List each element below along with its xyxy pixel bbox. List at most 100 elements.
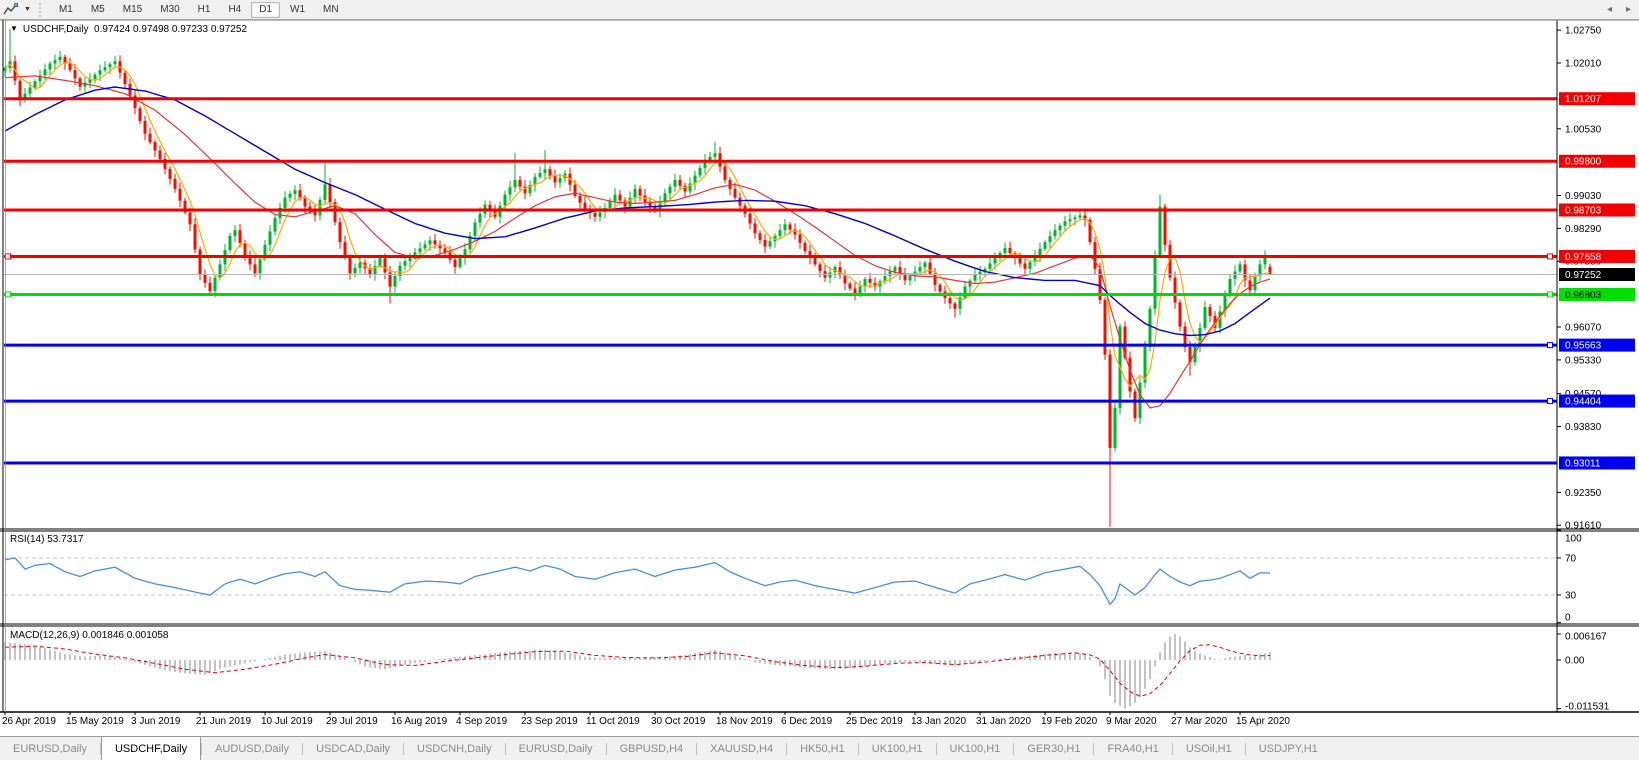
tab-ger30-h1[interactable]: GER30,H1 bbox=[1014, 737, 1093, 760]
candle-body bbox=[433, 240, 437, 245]
price-tick-label: 0.95330 bbox=[1565, 355, 1602, 366]
hline-handle-right-0.94404[interactable] bbox=[1547, 398, 1553, 405]
date-tick-label: 23 Sep 2019 bbox=[521, 716, 578, 727]
candle-body bbox=[768, 241, 772, 247]
candle-body bbox=[908, 275, 912, 281]
symbol-tab-bar: EURUSD,Daily USDCHF,Daily AUDUSD,Daily USDC… bbox=[0, 736, 1639, 760]
tab-eurusd-daily[interactable]: EURUSD,Daily bbox=[0, 737, 100, 760]
date-tick-label: 13 Jan 2020 bbox=[911, 716, 966, 727]
hline-handle-left-0.96803[interactable] bbox=[5, 291, 11, 298]
candle-body bbox=[508, 187, 512, 195]
candle-body bbox=[1043, 242, 1047, 249]
hline-handle-left-0.97658[interactable] bbox=[5, 253, 11, 260]
candle-body bbox=[1178, 302, 1182, 327]
date-tick-label: 21 Jun 2019 bbox=[196, 716, 251, 727]
tab-usoil-h1[interactable]: USOil,H1 bbox=[1173, 737, 1245, 760]
macd-tick-label: -0.011531 bbox=[1565, 702, 1610, 713]
tab-hk50-h1[interactable]: HK50,H1 bbox=[787, 737, 858, 760]
hline-handle-right-0.95663[interactable] bbox=[1547, 342, 1553, 349]
candle-body bbox=[668, 186, 672, 194]
candle-body bbox=[723, 166, 727, 180]
candle-body bbox=[1163, 206, 1167, 245]
candle-body bbox=[3, 67, 7, 72]
candle-body bbox=[798, 234, 802, 243]
candle-body bbox=[923, 262, 927, 268]
candle-body bbox=[758, 233, 762, 240]
candle-body bbox=[843, 275, 847, 284]
date-tick-label: 25 Dec 2019 bbox=[846, 716, 903, 727]
tab-audusd-daily[interactable]: AUDUSD,Daily bbox=[202, 737, 302, 760]
date-tick-label: 3 Jun 2019 bbox=[131, 716, 181, 727]
candle-body bbox=[778, 230, 782, 236]
candle-body bbox=[598, 212, 602, 217]
candle-body bbox=[888, 271, 892, 276]
tab-usdjpy-h1[interactable]: USDJPY,H1 bbox=[1246, 737, 1331, 760]
chart-title-collapse-icon[interactable]: ▼ bbox=[10, 24, 18, 33]
candle-body bbox=[993, 258, 997, 264]
rsi-indicator-label: RSI(14) 53.7317 bbox=[10, 534, 84, 545]
price-tick-label: 1.00530 bbox=[1565, 124, 1602, 135]
date-tick-label: 9 Mar 2020 bbox=[1106, 716, 1157, 727]
price-tick-label: 0.98290 bbox=[1565, 224, 1602, 235]
candle-body bbox=[518, 179, 522, 187]
price-tick-label: 0.99030 bbox=[1565, 191, 1602, 202]
candle-body bbox=[1028, 262, 1032, 269]
candle-body bbox=[1018, 258, 1022, 264]
tab-usdchf-daily[interactable]: USDCHF,Daily bbox=[100, 737, 202, 760]
candle-body bbox=[853, 288, 857, 294]
candle-body bbox=[613, 194, 617, 202]
candle-body bbox=[338, 222, 342, 243]
candle-body bbox=[1003, 247, 1007, 254]
date-tick-label: 10 Jul 2019 bbox=[261, 716, 313, 727]
candle-body bbox=[868, 279, 872, 283]
hline-price-label: 0.93011 bbox=[1565, 458, 1601, 469]
candle-body bbox=[513, 179, 517, 188]
candle-body bbox=[1073, 217, 1077, 220]
tab-uk100-h1[interactable]: UK100,H1 bbox=[859, 737, 936, 760]
candle-body bbox=[43, 69, 47, 76]
tab-fra40-h1[interactable]: FRA40,H1 bbox=[1094, 737, 1171, 760]
candle-body bbox=[1148, 308, 1152, 348]
candle-body bbox=[1008, 247, 1012, 254]
candle-body bbox=[1253, 275, 1257, 291]
candle-body bbox=[238, 230, 242, 243]
candle-body bbox=[258, 259, 262, 274]
candle-body bbox=[583, 202, 587, 210]
tab-xauusd-h4[interactable]: XAUUSD,H4 bbox=[697, 737, 786, 760]
hline-price-label: 1.01207 bbox=[1565, 94, 1602, 105]
hline-handle-right-0.96803[interactable] bbox=[1547, 291, 1553, 298]
hline-price-label: 0.99800 bbox=[1565, 157, 1602, 168]
candle-body bbox=[788, 224, 792, 230]
chart-window-bg bbox=[0, 20, 1639, 735]
candle-body bbox=[933, 273, 937, 285]
tab-gbpusd-h4[interactable]: GBPUSD,H4 bbox=[607, 737, 697, 760]
candle-body bbox=[1208, 307, 1212, 316]
candle-body bbox=[558, 178, 562, 183]
candle-body bbox=[973, 274, 977, 281]
date-tick-label: 16 Aug 2019 bbox=[391, 716, 448, 727]
date-tick-label: 15 May 2019 bbox=[66, 716, 124, 727]
candle-body bbox=[273, 218, 277, 232]
tab-uk100-h1[interactable]: UK100,H1 bbox=[937, 737, 1014, 760]
candle-body bbox=[393, 276, 397, 287]
chart-title-ohlc: 0.97424 0.97498 0.97233 0.97252 bbox=[94, 24, 247, 35]
candle-body bbox=[1038, 248, 1042, 256]
candle-body bbox=[453, 259, 457, 268]
hline-price-label: 0.96803 bbox=[1565, 290, 1602, 301]
price-tick-label: 0.92350 bbox=[1565, 488, 1602, 499]
macd-indicator-label: MACD(12,26,9) 0.001846 0.001058 bbox=[10, 630, 169, 641]
candle-body bbox=[803, 242, 807, 252]
candle-body bbox=[828, 272, 832, 278]
candle-body bbox=[928, 262, 932, 274]
tab-eurusd-daily[interactable]: EURUSD,Daily bbox=[506, 737, 606, 760]
candle-body bbox=[53, 60, 57, 64]
tab-usdcnh-daily[interactable]: USDCNH,Daily bbox=[404, 737, 505, 760]
candle-body bbox=[98, 70, 102, 75]
candle-body bbox=[1268, 266, 1272, 275]
date-tick-label: 31 Jan 2020 bbox=[976, 716, 1031, 727]
candle-body bbox=[73, 70, 77, 79]
date-tick-label: 18 Nov 2019 bbox=[716, 716, 773, 727]
candle-body bbox=[103, 67, 107, 71]
hline-handle-right-0.97658[interactable] bbox=[1547, 253, 1553, 260]
tab-usdcad-daily[interactable]: USDCAD,Daily bbox=[303, 737, 403, 760]
